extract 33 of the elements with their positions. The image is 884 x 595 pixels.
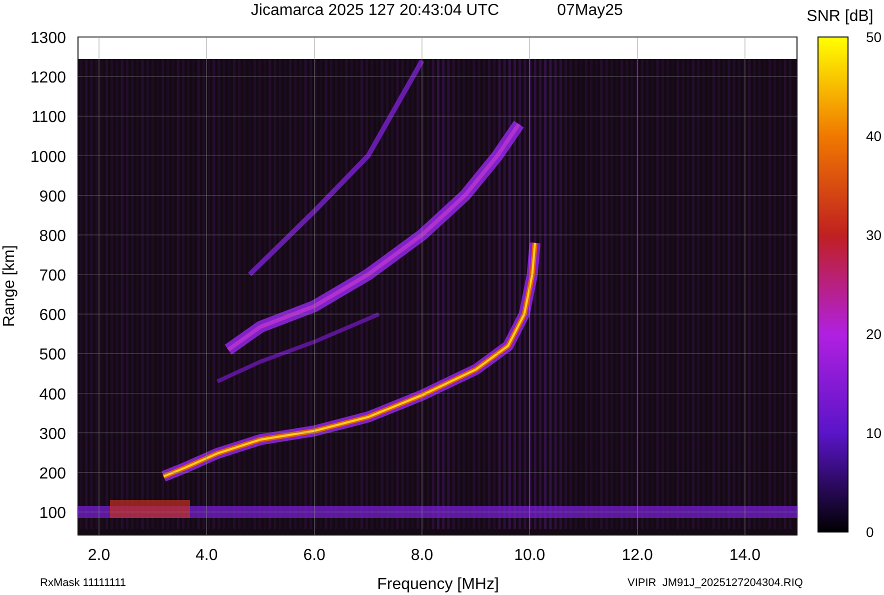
y-tick-label: 500 xyxy=(39,346,66,364)
x-tick-label: 4.0 xyxy=(196,547,218,564)
x-axis-label: Frequency [MHz] xyxy=(377,576,499,593)
colorbar-title: SNR [dB] xyxy=(806,8,874,25)
y-tick-label: 800 xyxy=(39,228,66,245)
x-tick-label: 8.0 xyxy=(410,547,434,564)
y-tick-label: 1000 xyxy=(30,148,66,166)
y-tick-label: 1200 xyxy=(30,70,66,87)
y-tick-label: 600 xyxy=(39,307,66,324)
y-tick-label: 300 xyxy=(39,426,66,443)
x-tick-label: 14.0 xyxy=(729,547,761,564)
y-tick-label: 1300 xyxy=(30,30,66,47)
x-tick-label: 6.0 xyxy=(303,547,326,564)
x-tick-label: 2.0 xyxy=(88,547,110,564)
colorbar-tick-label: 10 xyxy=(866,425,882,441)
colorbar-tick-label: 20 xyxy=(866,326,882,342)
y-axis-label: Range [km] xyxy=(1,245,18,327)
y-tick-label: 1100 xyxy=(32,109,66,126)
colorbar-tick-label: 40 xyxy=(866,128,882,144)
y-tick-label: 100 xyxy=(39,505,66,522)
y-tick-label: 400 xyxy=(39,386,66,404)
x-tick-label: 10.0 xyxy=(514,547,546,564)
plot-title: Jicamarca 2025 127 20:43:04 UTC xyxy=(250,2,500,19)
colorbar-tick-label: 30 xyxy=(866,227,882,243)
date-label: 07May25 xyxy=(557,2,623,19)
y-tick-label: 200 xyxy=(39,465,66,482)
colorbar-tick-label: 50 xyxy=(866,29,882,45)
x-tick-label: 12.0 xyxy=(622,547,653,564)
y-tick-label: 900 xyxy=(39,188,66,206)
file-name-label: VIPIR JM91J_2025127204304.RIQ xyxy=(627,577,803,589)
rx-mask-label: RxMask 11111111 xyxy=(40,577,126,589)
y-tick-label: 700 xyxy=(39,268,66,284)
colorbar-tick-label: 0 xyxy=(866,524,874,540)
